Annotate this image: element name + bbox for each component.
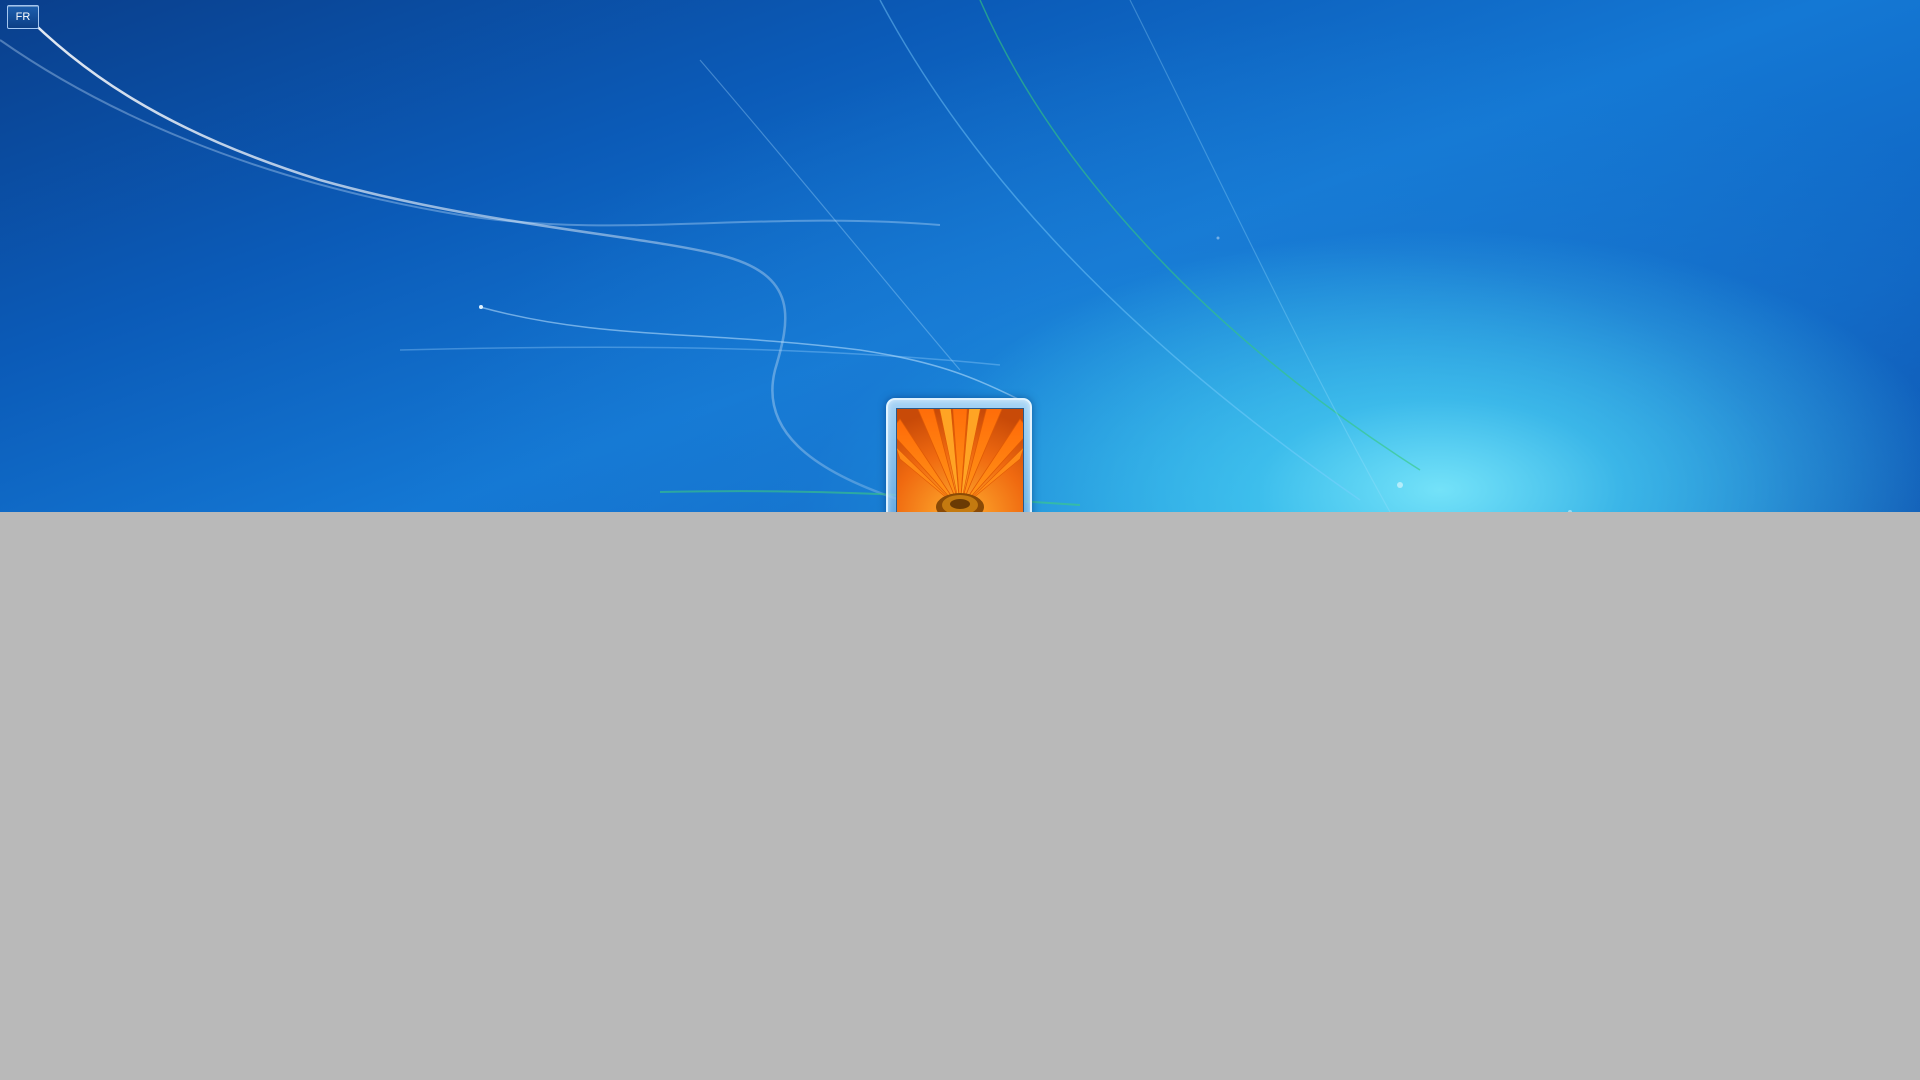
flower-icon	[897, 409, 1023, 529]
input-language-indicator[interactable]: FR	[7, 5, 39, 29]
screen-lower-region	[0, 512, 1920, 1080]
logon-screen: FR	[0, 0, 1920, 1080]
